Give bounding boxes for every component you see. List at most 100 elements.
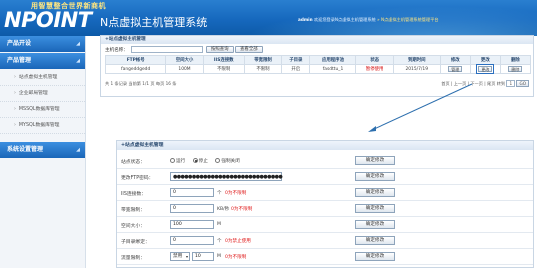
sidebar: 产品开设 ◢ 产品管理 ◢ 站点虚拟主机管理 企业邮局管理 MSSQL数据库管理… bbox=[0, 36, 86, 268]
column-header: 状态 bbox=[355, 55, 394, 65]
sidebar-section-product-open[interactable]: 产品开设 ◢ bbox=[0, 36, 85, 52]
hint-text: 0为不限制 bbox=[225, 255, 247, 260]
vhost-list-panel: +站点虚拟主机管理 主机名称： 按照查询 查看全部 FTP帐号 空间大小 IIS连… bbox=[100, 35, 534, 97]
column-header: 删除 bbox=[499, 55, 532, 65]
bandwidth-label: 带宽限制： bbox=[121, 208, 145, 213]
confirm-space-button[interactable]: 确定修改 bbox=[355, 220, 395, 229]
expire-cell: 2015/7/19 bbox=[392, 64, 441, 74]
hint-text: 0为不限制 bbox=[231, 207, 253, 212]
pager: 首页 | 上一页 | 下一页 | 尾页 转到 1 GO bbox=[441, 80, 529, 87]
radio-selected-icon bbox=[192, 158, 198, 163]
view-all-button[interactable]: 查看全部 bbox=[235, 46, 263, 53]
table-header-row: FTP帐号 空间大小 IIS连接数 带宽限制 子目录 应用程序池 状态 到期时间… bbox=[104, 55, 532, 65]
column-header: FTP帐号 bbox=[104, 55, 167, 65]
welcome-message: admin 欢迎您登录N点虚拟主机管理系统 » N点虚拟主机管理系统管理平台 bbox=[298, 17, 439, 23]
sidebar-section-product-manage[interactable]: 产品管理 ◢ bbox=[0, 53, 85, 69]
confirm-traffic-button[interactable]: 确定修改 bbox=[355, 252, 395, 261]
unit-label: KB/秒 bbox=[217, 207, 230, 212]
radio-label: 运行 bbox=[176, 159, 186, 164]
confirm-bandwidth-button[interactable]: 确定修改 bbox=[355, 204, 395, 213]
radio-icon bbox=[170, 158, 175, 163]
column-header: 修改 bbox=[439, 55, 471, 65]
space-size-label: 空间大小： bbox=[121, 224, 145, 229]
delete-cell: 删除 bbox=[499, 64, 532, 74]
search-input[interactable] bbox=[130, 46, 203, 53]
vhost-table: FTP帐号 空间大小 IIS连接数 带宽限制 子目录 应用程序池 状态 到期时间… bbox=[104, 55, 532, 74]
hint-text: 0为禁止使用 bbox=[225, 239, 251, 244]
delete-button[interactable]: 删除 bbox=[508, 65, 523, 72]
subdir-binding-field[interactable]: 0 bbox=[170, 236, 214, 245]
space-cell: 100M bbox=[165, 64, 204, 74]
app-pool-cell: fasdttu_1 bbox=[309, 64, 357, 74]
unit-label: M bbox=[217, 254, 221, 259]
logo: NPOINT bbox=[4, 8, 92, 32]
column-header: 更改 bbox=[469, 55, 501, 65]
traffic-limit-field[interactable]: 10 bbox=[192, 252, 214, 261]
sidebar-section-label: 系统设置管理 bbox=[7, 146, 44, 153]
column-header: 到期时间 bbox=[392, 55, 441, 65]
radio-run[interactable]: 运行 bbox=[170, 158, 186, 164]
column-header: IIS连接数 bbox=[202, 55, 245, 65]
confirm-iis-button[interactable]: 确定修改 bbox=[355, 188, 395, 197]
manage-button[interactable]: 管理 bbox=[448, 65, 463, 72]
confirm-status-button[interactable]: 确定修改 bbox=[355, 156, 395, 165]
system-title: N点虚拟主机管理系统 bbox=[100, 16, 208, 29]
expand-icon: ◢ bbox=[76, 41, 80, 47]
unit-label: 个 bbox=[217, 239, 222, 244]
subdir-cell: 开启 bbox=[281, 64, 311, 74]
space-size-row: 空间大小： 100 M 确定修改 bbox=[117, 217, 533, 233]
traffic-limit-label: 流量限制： bbox=[121, 256, 145, 261]
table-row: fangeddgedd 100M 不限制 不限制 开启 fasdttu_1 暂停… bbox=[104, 63, 532, 74]
panel-title: +站点虚拟主机管理 bbox=[117, 141, 533, 150]
column-header: 应用程序池 bbox=[309, 55, 357, 65]
sidebar-section-system-settings[interactable]: 系统设置管理 ◢ bbox=[0, 142, 85, 158]
radio-stop[interactable]: 停止 bbox=[192, 158, 208, 164]
change-button[interactable]: 更改 bbox=[476, 63, 495, 74]
pager-links[interactable]: 首页 | 上一页 | 下一页 | 尾页 转到 bbox=[441, 81, 505, 86]
traffic-limit-row: 流量限制： 禁用 10 M 0为不限制 确定修改 bbox=[117, 249, 533, 265]
radio-label: 停止 bbox=[198, 159, 208, 164]
subdir-binding-row: 子目录绑定： 0 个 0为禁止使用 确定修改 bbox=[117, 233, 533, 249]
iis-connections-field[interactable]: 0 bbox=[170, 188, 214, 197]
radio-icon bbox=[215, 158, 221, 163]
welcome-user: admin bbox=[298, 17, 313, 22]
sidebar-item-mail[interactable]: 企业邮局管理 bbox=[0, 86, 85, 102]
search-bar: 主机名称： 按照查询 查看全部 bbox=[105, 46, 263, 53]
confirm-subdir-button[interactable]: 确定修改 bbox=[355, 236, 395, 245]
space-size-field[interactable]: 100 bbox=[170, 220, 214, 229]
site-status-label: 站点状态： bbox=[121, 160, 145, 165]
sidebar-item-vhost[interactable]: 站点虚拟主机管理 bbox=[0, 70, 85, 86]
breadcrumb[interactable]: » N点虚拟主机管理系统管理平台 bbox=[377, 17, 438, 22]
bandwidth-cell: 不限制 bbox=[243, 64, 283, 74]
ftp-password-field[interactable]: ●●●●●●●●●●●●●●●●●●●●●●●●●●●●● bbox=[170, 172, 283, 181]
radio-force-close[interactable]: 强制关闭 bbox=[215, 158, 240, 164]
search-label: 主机名称： bbox=[105, 47, 128, 53]
page-select[interactable]: 1 bbox=[506, 80, 516, 87]
column-header: 空间大小 bbox=[165, 55, 204, 65]
iis-connections-row: IIS连接数： 0 个 0为不限制 确定修改 bbox=[117, 185, 533, 201]
sidebar-item-mysql[interactable]: MYSQL数据库管理 bbox=[0, 118, 85, 134]
iis-connections-label: IIS连接数： bbox=[121, 192, 147, 197]
site-status-row: 站点状态： 运行 停止 强制关闭 确定修改 bbox=[117, 153, 533, 169]
query-button[interactable]: 按照查询 bbox=[205, 46, 234, 53]
column-header: 子目录 bbox=[281, 55, 311, 65]
unit-label: 个 bbox=[217, 191, 222, 196]
unit-label: M bbox=[217, 222, 221, 227]
welcome-text: 欢迎您登录N点虚拟主机管理系统 bbox=[313, 17, 376, 22]
ftp-password-label: 更改FTP密码： bbox=[121, 176, 154, 181]
vhost-edit-panel: +站点虚拟主机管理 站点状态： 运行 停止 强制关闭 确定修改 更改FTP密码：… bbox=[116, 140, 534, 268]
column-header: 带宽限制 bbox=[243, 55, 283, 65]
iis-cell: 不限制 bbox=[202, 64, 245, 74]
panel-title: +站点虚拟主机管理 bbox=[101, 36, 533, 44]
expand-icon: ◢ bbox=[76, 58, 80, 64]
expand-icon: ◢ bbox=[76, 147, 80, 153]
change-cell: 更改 bbox=[469, 63, 501, 74]
traffic-limit-select[interactable]: 禁用 bbox=[170, 252, 190, 261]
bandwidth-field[interactable]: 0 bbox=[170, 204, 214, 213]
site-status-radios: 运行 停止 强制关闭 bbox=[170, 158, 246, 164]
sidebar-item-mssql[interactable]: MSSQL数据库管理 bbox=[0, 102, 85, 118]
manage-cell: 管理 bbox=[439, 64, 471, 74]
go-button[interactable]: GO bbox=[516, 80, 529, 87]
confirm-password-button[interactable]: 确定修改 bbox=[355, 172, 395, 181]
pager-info: 共 1 条记录 当前第 1/1 页 每页 16 条 bbox=[105, 81, 177, 86]
